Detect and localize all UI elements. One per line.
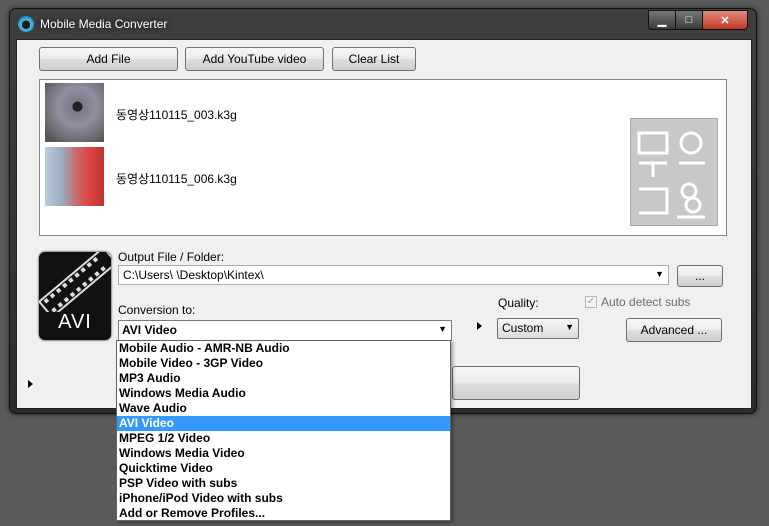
dropdown-option[interactable]: Quicktime Video (117, 461, 450, 476)
dropdown-option[interactable]: iPhone/iPod Video with subs (117, 491, 450, 506)
dropdown-option[interactable]: PSP Video with subs (117, 476, 450, 491)
file-list[interactable]: 동영상110115_003.k3g 동영상110115_006.k3g (39, 79, 727, 236)
dropdown-option[interactable]: Add or Remove Profiles... (117, 506, 450, 521)
checkmark-icon: ✓ (586, 296, 596, 307)
window-title: Mobile Media Converter (40, 17, 168, 31)
close-button[interactable]: ✕ (702, 10, 748, 30)
video-thumbnail (45, 147, 104, 206)
maximize-icon: □ (685, 14, 693, 26)
format-logo-text: AVI (58, 311, 92, 333)
auto-detect-subs-checkbox[interactable]: ✓ (585, 296, 597, 308)
chevron-down-icon[interactable]: ▼ (438, 324, 447, 334)
dropdown-option[interactable]: MPEG 1/2 Video (117, 431, 450, 446)
title-bar[interactable]: Mobile Media Converter ▁ □ ✕ (10, 9, 756, 37)
convert-button[interactable] (452, 366, 580, 400)
add-file-button[interactable]: Add File (39, 47, 178, 71)
minimize-button[interactable]: ▁ (648, 10, 676, 30)
dropdown-option[interactable]: Windows Media Video (117, 446, 450, 461)
dropdown-option[interactable]: Mobile Video - 3GP Video (117, 356, 450, 371)
minimize-icon: ▁ (657, 14, 667, 27)
film-strip-icon (39, 252, 111, 319)
conversion-select[interactable]: AVI Video ▼ (118, 320, 452, 341)
close-icon: ✕ (720, 14, 730, 27)
expand-arrow-icon[interactable] (477, 322, 482, 330)
quality-value: Custom (502, 321, 544, 335)
dropdown-option[interactable]: Mobile Audio - AMR-NB Audio (117, 341, 450, 356)
list-item[interactable]: 동영상110115_003.k3g (45, 83, 365, 143)
conversion-label: Conversion to: (118, 303, 196, 317)
video-thumbnail (45, 83, 104, 142)
auto-detect-subs-label: Auto detect subs (601, 295, 691, 309)
output-path-value: C:\Users\ \Desktop\Kintex\ (123, 268, 264, 282)
chevron-down-icon[interactable]: ▼ (565, 322, 574, 332)
dropdown-option[interactable]: Windows Media Audio (117, 386, 450, 401)
watermark-logo (630, 118, 718, 226)
output-label: Output File / Folder: (118, 250, 225, 264)
format-logo: AVI (39, 252, 111, 340)
app-icon (18, 16, 34, 32)
browse-button[interactable]: ... (677, 265, 723, 287)
conversion-selected-value: AVI Video (122, 323, 177, 337)
list-item[interactable]: 동영상110115_006.k3g (45, 147, 365, 207)
advanced-button[interactable]: Advanced ... (626, 318, 722, 342)
file-name: 동영상110115_006.k3g (116, 172, 237, 186)
quality-select[interactable]: Custom ▼ (497, 318, 579, 339)
maximize-button[interactable]: □ (675, 10, 703, 30)
chevron-down-icon[interactable]: ▼ (655, 269, 664, 279)
add-youtube-button[interactable]: Add YouTube video (185, 47, 324, 71)
clear-list-button[interactable]: Clear List (332, 47, 416, 71)
dropdown-option[interactable]: Wave Audio (117, 401, 450, 416)
file-name: 동영상110115_003.k3g (116, 108, 237, 122)
conversion-dropdown-list[interactable]: Mobile Audio - AMR-NB Audio Mobile Video… (116, 340, 451, 521)
expand-arrow-icon[interactable] (28, 380, 33, 388)
output-path-combo[interactable]: C:\Users\ \Desktop\Kintex\ ▼ (118, 265, 669, 285)
dropdown-option-selected[interactable]: AVI Video (117, 416, 450, 431)
dropdown-option[interactable]: MP3 Audio (117, 371, 450, 386)
quality-label: Quality: (498, 296, 539, 310)
